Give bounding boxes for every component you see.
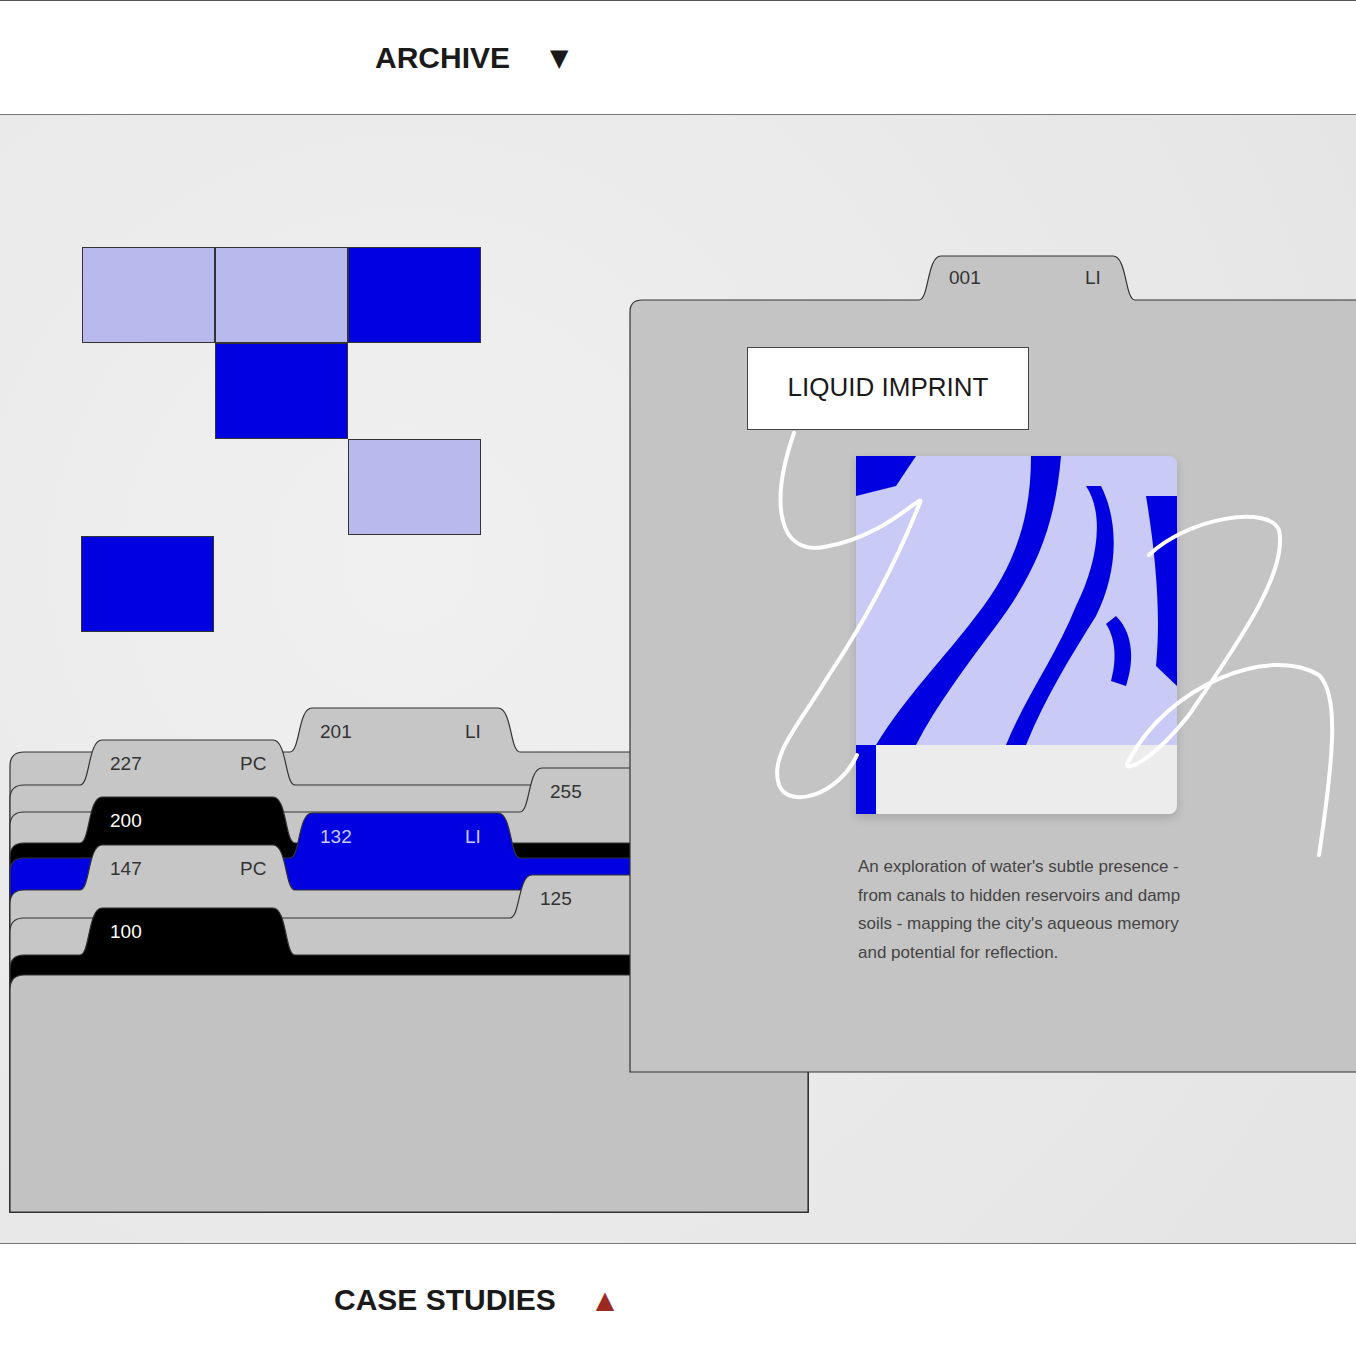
- archive-title[interactable]: ARCHIVE: [375, 41, 510, 75]
- map-image: [856, 456, 1177, 814]
- folder-number: 100: [110, 921, 142, 942]
- folder-code: PC: [240, 753, 266, 774]
- archive-header[interactable]: ARCHIVE ▼: [0, 0, 1356, 115]
- case-studies-title[interactable]: CASE STUDIES: [334, 1283, 556, 1317]
- color-tile: [215, 247, 348, 343]
- folder-number: 147: [110, 858, 142, 879]
- archive-canvas: 201 LI 227 PC 255 200 132 LI 147 PC 125 100 001 LI LIQ…: [0, 115, 1356, 1243]
- folder-code: LI: [465, 721, 481, 742]
- case-studies-footer[interactable]: CASE STUDIES ▲: [0, 1243, 1356, 1356]
- folder-number: 132: [320, 826, 352, 847]
- folder-number: 125: [540, 888, 572, 909]
- folder-code: LI: [1085, 267, 1101, 288]
- project-description: An exploration of water's subtle presenc…: [858, 853, 1198, 967]
- featured-folder[interactable]: 001 LI LIQUID IMPRINT An exploration of wat…: [629, 255, 1356, 1073]
- folder-number: 227: [110, 753, 142, 774]
- page: ARCHIVE ▼ 201 LI 227 PC 255 200 132 LI 147 PC 125 100…: [0, 0, 1356, 1356]
- folder-number: 001: [949, 267, 981, 288]
- folder-code: LI: [465, 826, 481, 847]
- color-tile: [348, 439, 481, 535]
- color-tile: [215, 343, 348, 439]
- project-title: LIQUID IMPRINT: [747, 347, 1029, 430]
- folder-number: 201: [320, 721, 352, 742]
- color-tile: [82, 247, 215, 343]
- folder-number: 255: [550, 781, 582, 802]
- image-caption-strip: [856, 745, 1177, 814]
- color-tile: [81, 536, 214, 632]
- collapse-icon[interactable]: ▼: [550, 44, 568, 72]
- folder-number: 200: [110, 810, 142, 831]
- color-tile: [348, 247, 481, 343]
- expand-icon[interactable]: ▲: [596, 1286, 614, 1314]
- folder-code: PC: [240, 858, 266, 879]
